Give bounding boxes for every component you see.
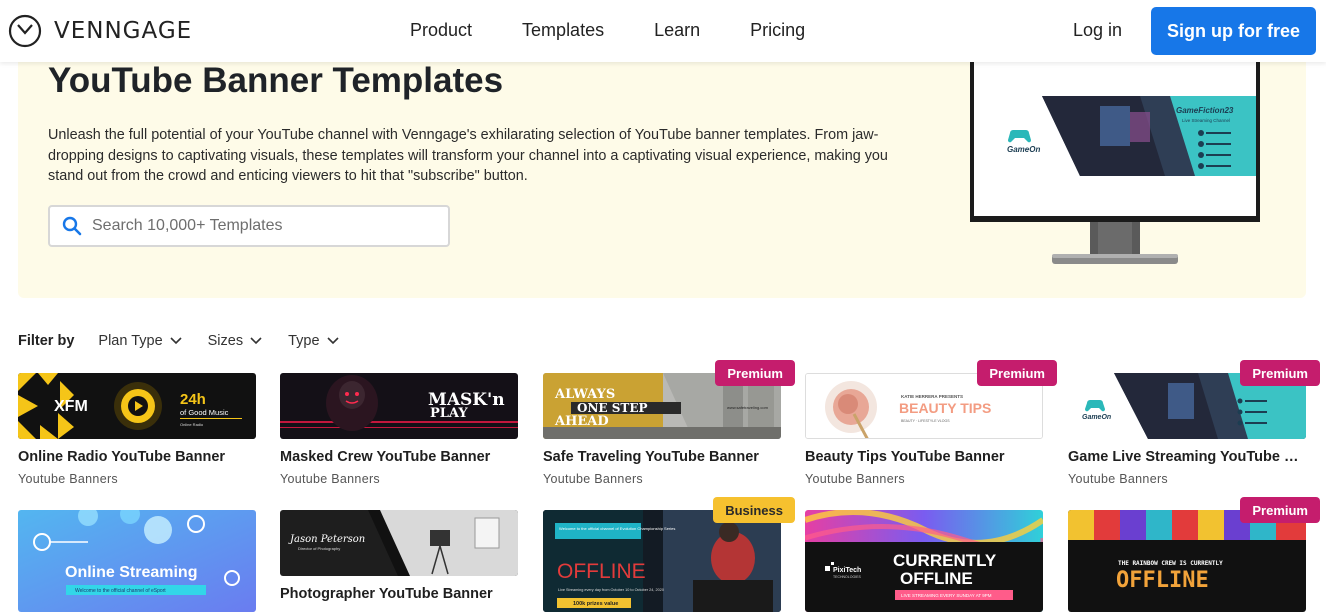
template-thumbnail[interactable]: XFM 24h of Good Music Online Radio bbox=[18, 373, 256, 439]
hero-section: YouTube Banner Templates Unleash the ful… bbox=[18, 62, 1306, 298]
template-thumbnail[interactable]: Welcome to the official channel of Evolu… bbox=[543, 510, 781, 612]
filter-plan-type-label: Plan Type bbox=[98, 333, 163, 349]
filter-plan-type[interactable]: Plan Type bbox=[98, 333, 182, 349]
search-input[interactable] bbox=[92, 217, 432, 235]
filter-sizes-label: Sizes bbox=[207, 333, 244, 349]
chevron-down-icon bbox=[170, 337, 182, 345]
template-thumbnail[interactable]: MASK'n PLAY bbox=[280, 373, 518, 439]
card-category: Youtube Banners bbox=[805, 472, 905, 486]
card-category: Youtube Banners bbox=[280, 472, 380, 486]
nav-product[interactable]: Product bbox=[410, 20, 472, 41]
filter-label: Filter by bbox=[18, 333, 75, 349]
chevron-down-icon bbox=[250, 337, 262, 345]
filter-type[interactable]: Type bbox=[288, 333, 339, 349]
svg-text:Welcome to the official channe: Welcome to the official channel of Evolu… bbox=[559, 526, 675, 531]
chevron-down-icon bbox=[326, 337, 339, 345]
venngage-logo-icon bbox=[8, 14, 42, 48]
card-title[interactable]: Safe Traveling YouTube Banner bbox=[543, 449, 783, 465]
svg-text:CURRENTLY: CURRENTLY bbox=[893, 551, 997, 570]
template-thumbnail[interactable]: Online Streaming Welcome to the official… bbox=[18, 510, 256, 612]
card-title[interactable]: Game Live Streaming YouTube Banner bbox=[1068, 449, 1308, 465]
svg-text:OFFLINE: OFFLINE bbox=[1116, 568, 1209, 593]
svg-text:of Good Music: of Good Music bbox=[180, 408, 229, 417]
preview-tagline: Live Streaming Channel bbox=[1182, 118, 1230, 123]
svg-text:www.safetraveling.com: www.safetraveling.com bbox=[727, 405, 769, 410]
card-title[interactable]: Online Radio YouTube Banner bbox=[18, 449, 258, 465]
filter-bar: Filter by Plan Type Sizes Type bbox=[18, 333, 365, 349]
page-title: YouTube Banner Templates bbox=[48, 62, 504, 100]
nav-pricing[interactable]: Pricing bbox=[750, 20, 805, 41]
premium-badge: Premium bbox=[1240, 497, 1320, 523]
svg-text:OFFLINE: OFFLINE bbox=[557, 560, 646, 583]
svg-text:XFM: XFM bbox=[54, 398, 88, 415]
svg-text:BEAUTY · LIFESTYLE VLOGS: BEAUTY · LIFESTYLE VLOGS bbox=[901, 419, 950, 423]
brand-name: VENNGAGE bbox=[54, 18, 193, 44]
hero-description: Unleash the full potential of your YouTu… bbox=[48, 127, 888, 184]
search-box[interactable] bbox=[48, 205, 450, 247]
svg-text:100k prizes value: 100k prizes value bbox=[573, 601, 618, 607]
svg-text:PLAY: PLAY bbox=[430, 406, 468, 421]
filter-type-label: Type bbox=[288, 333, 320, 349]
svg-text:THE RAINBOW CREW IS CURRENTLY: THE RAINBOW CREW IS CURRENTLY bbox=[1118, 560, 1223, 567]
svg-text:Welcome to the official channe: Welcome to the official channel of eSpor… bbox=[75, 588, 166, 594]
template-thumbnail[interactable]: Jason Peterson Director of Photography bbox=[280, 510, 518, 576]
premium-badge: Premium bbox=[977, 360, 1057, 386]
svg-text:TECHNOLOGIES: TECHNOLOGIES bbox=[833, 575, 861, 579]
svg-text:OFFLINE: OFFLINE bbox=[900, 569, 973, 588]
card-category: Youtube Banners bbox=[543, 472, 643, 486]
premium-badge: Premium bbox=[1240, 360, 1320, 386]
monitor-preview-illustration: GameFiction23 Live Streaming Channel Gam… bbox=[970, 62, 1260, 264]
login-link[interactable]: Log in bbox=[1073, 20, 1122, 41]
card-title[interactable]: Beauty Tips YouTube Banner bbox=[805, 449, 1045, 465]
svg-text:Live Streaming every day from: Live Streaming every day from October 10… bbox=[558, 588, 664, 592]
svg-text:AHEAD: AHEAD bbox=[554, 414, 609, 429]
top-navbar: VENNGAGE Product Templates Learn Pricing… bbox=[0, 0, 1326, 62]
template-thumbnail[interactable]: THE RAINBOW CREW IS CURRENTLY OFFLINE bbox=[1068, 510, 1306, 612]
business-badge: Business bbox=[713, 497, 795, 523]
signup-button[interactable]: Sign up for free bbox=[1151, 7, 1316, 55]
card-title[interactable]: Photographer YouTube Banner bbox=[280, 586, 520, 602]
svg-text:ONE STEP: ONE STEP bbox=[577, 401, 648, 415]
preview-channel: GameFiction23 bbox=[1176, 106, 1234, 115]
main-nav: Product Templates Learn Pricing bbox=[410, 20, 855, 41]
svg-text:24h: 24h bbox=[180, 391, 206, 408]
nav-learn[interactable]: Learn bbox=[654, 20, 700, 41]
svg-text:BEAUTY TIPS: BEAUTY TIPS bbox=[899, 400, 991, 416]
card-title[interactable]: Masked Crew YouTube Banner bbox=[280, 449, 520, 465]
svg-text:GameOn: GameOn bbox=[1082, 414, 1111, 421]
svg-text:Online Streaming: Online Streaming bbox=[65, 564, 197, 581]
venngage-logo[interactable]: VENNGAGE bbox=[8, 14, 192, 48]
svg-text:ALWAYS: ALWAYS bbox=[554, 387, 615, 402]
filter-sizes[interactable]: Sizes bbox=[208, 333, 262, 349]
template-thumbnail[interactable]: PixiTech TECHNOLOGIES CURRENTLY OFFLINE … bbox=[805, 510, 1043, 612]
svg-text:Director of Photography: Director of Photography bbox=[298, 546, 340, 551]
svg-text:Jason Peterson: Jason Peterson bbox=[288, 534, 365, 545]
card-category: Youtube Banners bbox=[18, 472, 118, 486]
svg-text:PixiTech: PixiTech bbox=[833, 567, 861, 574]
search-icon bbox=[62, 216, 82, 236]
card-category: Youtube Banners bbox=[1068, 472, 1168, 486]
svg-text:KATIE HERRERA PRESENTS: KATIE HERRERA PRESENTS bbox=[901, 394, 963, 399]
preview-brand: GameOn bbox=[1007, 145, 1040, 154]
nav-templates[interactable]: Templates bbox=[522, 20, 604, 41]
svg-text:LIVE STREAMING EVERY SUNDAY AT: LIVE STREAMING EVERY SUNDAY AT 9PM bbox=[901, 593, 992, 598]
premium-badge: Premium bbox=[715, 360, 795, 386]
svg-text:Online Radio: Online Radio bbox=[180, 422, 204, 427]
